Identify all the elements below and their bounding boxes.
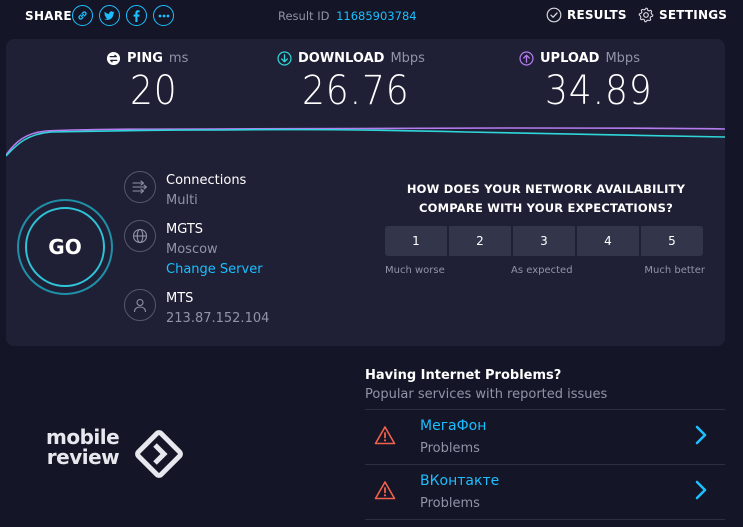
provider-row: MTS 213.87.152.104 [124, 289, 269, 329]
download-label: DOWNLOAD [298, 51, 385, 66]
speed-graph [6, 127, 725, 157]
rating-scale: 1 2 3 4 5 [385, 226, 703, 256]
globe-icon [124, 220, 156, 252]
settings-label: SETTINGS [659, 8, 728, 22]
change-server-link[interactable]: Change Server [166, 260, 263, 280]
facebook-icon[interactable] [126, 5, 147, 26]
download-line [6, 128, 725, 157]
share-icons [72, 5, 174, 26]
chevron-right-icon [695, 425, 707, 445]
logo-mark-icon [135, 430, 183, 478]
ping-unit: ms [168, 51, 189, 66]
server-name: MGTS [166, 222, 204, 237]
chevron-right-icon [695, 480, 707, 500]
problems-subtitle: Popular services with reported issues [365, 387, 608, 402]
upload-icon [519, 51, 534, 66]
settings-button[interactable]: SETTINGS [638, 7, 727, 23]
problems-title: Having Internet Problems? [365, 368, 562, 383]
rating-option-2[interactable]: 2 [449, 226, 511, 256]
problem-status: Problems [420, 496, 480, 511]
result-id-label: Result ID [278, 9, 330, 23]
connections-icon [124, 171, 156, 203]
results-panel: PING ms 20 DOWNLOAD Mbps 26.76 UPLOAD Mb… [6, 39, 725, 346]
result-id: Result ID 11685903784 [278, 9, 417, 23]
ping-metric: PING ms 20 [106, 51, 188, 114]
upload-label: UPLOAD [540, 51, 600, 66]
result-id-link[interactable]: 11685903784 [336, 9, 416, 23]
gear-icon [638, 7, 654, 23]
link-icon[interactable] [72, 5, 93, 26]
logo-wordmark: mobile review [46, 425, 120, 469]
ping-label: PING [127, 51, 163, 66]
problem-item[interactable]: МегаФон Problems [365, 410, 725, 464]
results-button[interactable]: RESULTS [546, 7, 627, 23]
rating-option-5[interactable]: 5 [641, 226, 703, 256]
warning-icon [374, 426, 396, 445]
user-icon [124, 289, 156, 321]
go-label: GO [25, 207, 105, 287]
more-icon[interactable] [153, 5, 174, 26]
scale-label-mid: As expected [511, 265, 573, 276]
rating-option-3[interactable]: 3 [513, 226, 575, 256]
upload-unit: Mbps [605, 51, 640, 66]
divider [365, 519, 725, 520]
check-circle-icon [546, 7, 562, 23]
logo-line2: review [46, 445, 120, 469]
rating-option-4[interactable]: 4 [577, 226, 639, 256]
mobile-review-logo: mobile review [46, 425, 196, 478]
twitter-icon[interactable] [99, 5, 120, 26]
top-bar: SHARE Result ID 11685903784 RESULTS SETT… [0, 0, 743, 34]
go-button[interactable]: GO [17, 199, 113, 295]
server-row: MGTS Moscow Change Server [124, 220, 263, 280]
share-label: SHARE [25, 9, 72, 23]
problem-status: Problems [420, 441, 480, 456]
survey-question-line1: HOW DOES YOUR NETWORK AVAILABILITY [406, 182, 686, 196]
problem-service-name: ВКонтакте [420, 473, 500, 489]
upload-metric: UPLOAD Mbps 34.89 [519, 51, 665, 114]
download-value: 26.76 [302, 68, 410, 114]
problem-service-name: МегаФон [420, 418, 487, 434]
logo-line1: mobile [46, 425, 120, 449]
ping-value: 20 [130, 68, 178, 114]
server-city: Moscow [166, 242, 218, 257]
upload-value: 34.89 [545, 68, 653, 114]
provider-name: MTS [166, 291, 194, 306]
connections-row: Connections Multi [124, 171, 246, 211]
connections-label: Connections [166, 173, 247, 188]
survey-question-line2: COMPARE WITH YOUR EXPECTATIONS? [418, 201, 674, 215]
provider-ip: 213.87.152.104 [166, 311, 270, 326]
scale-label-low: Much worse [385, 265, 445, 276]
ping-icon [106, 51, 121, 66]
connections-value: Multi [166, 193, 198, 208]
survey-question: HOW DOES YOUR NETWORK AVAILABILITY COMPA… [386, 180, 706, 218]
scale-label-high: Much better [644, 265, 705, 276]
download-metric: DOWNLOAD Mbps 26.76 [277, 51, 425, 114]
warning-icon [374, 481, 396, 500]
download-icon [277, 51, 292, 66]
problem-item[interactable]: ВКонтакте Problems [365, 465, 725, 519]
results-label: RESULTS [567, 8, 627, 22]
upload-line [6, 127, 725, 156]
rating-scale-labels: Much worse As expected Much better [385, 265, 705, 279]
rating-option-1[interactable]: 1 [385, 226, 447, 256]
download-unit: Mbps [390, 51, 425, 66]
